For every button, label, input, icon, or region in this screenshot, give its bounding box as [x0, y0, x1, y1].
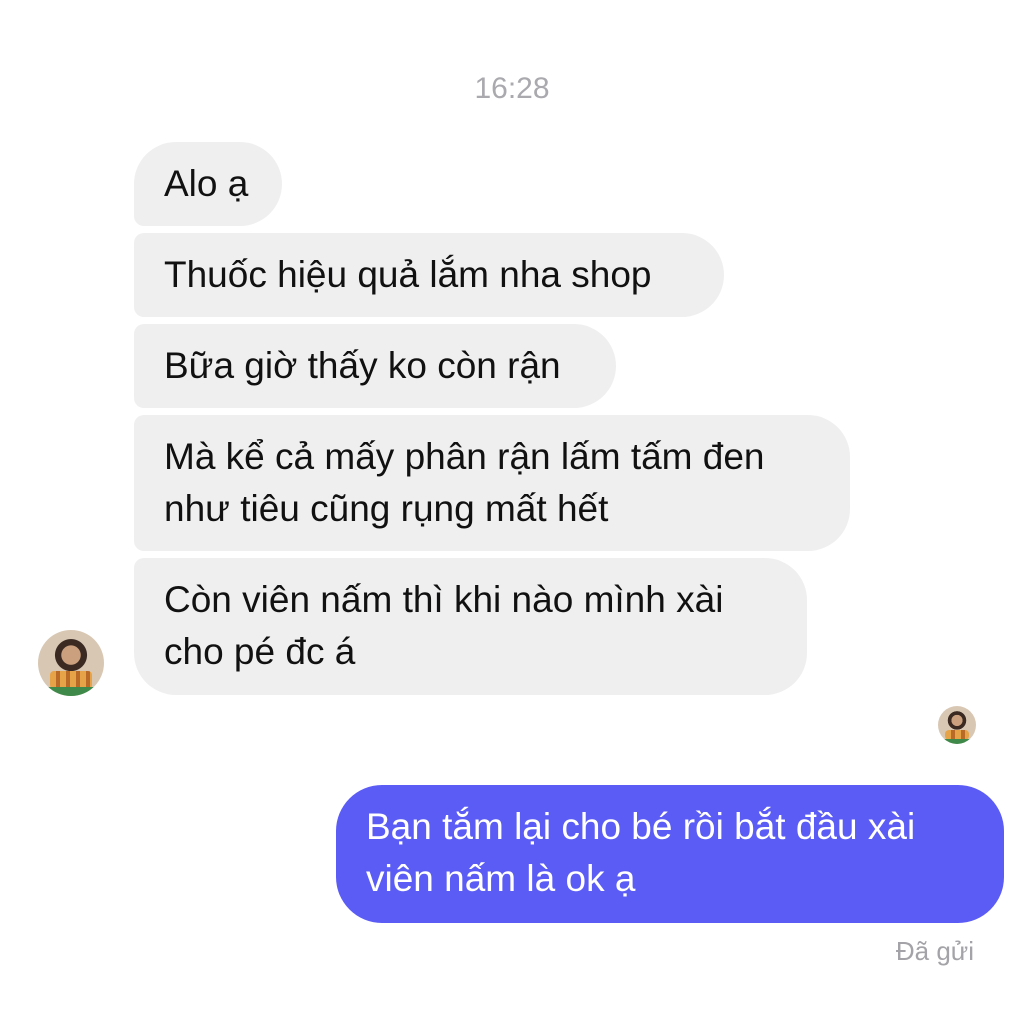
incoming-message-bubble[interactable]: Mà kể cả mấy phân rận lấm tấm đen như ti… — [134, 415, 850, 551]
message-text-line: Bữa giờ thấy ko còn rận — [164, 345, 561, 386]
chat-thread: 16:28 Alo ạ Thuốc hiệu quả lắm nha shop … — [0, 0, 1024, 1024]
message-text-line: cho pé đc á — [164, 631, 356, 672]
delivery-status: Đã gửi — [895, 936, 974, 966]
message-text-line: Bạn tắm lại cho bé rồi bắt đầu xài — [366, 806, 916, 847]
incoming-message-bubble[interactable]: Bữa giờ thấy ko còn rận — [134, 324, 616, 408]
read-receipt-avatar — [938, 706, 976, 744]
avatar-photo-detail — [38, 686, 104, 696]
incoming-message-bubble[interactable]: Thuốc hiệu quả lắm nha shop — [134, 233, 724, 317]
message-text-line: Alo ạ — [164, 163, 249, 204]
avatar-photo-detail — [938, 738, 976, 744]
incoming-message-bubble[interactable]: Còn viên nấm thì khi nào mình xài cho pé… — [134, 558, 807, 695]
sender-avatar[interactable] — [38, 630, 104, 696]
outgoing-message-bubble[interactable]: Bạn tắm lại cho bé rồi bắt đầu xài viên … — [336, 785, 1004, 923]
message-text-line: Còn viên nấm thì khi nào mình xài — [164, 579, 724, 620]
incoming-message-bubble[interactable]: Alo ạ — [134, 142, 282, 226]
message-text-line: Thuốc hiệu quả lắm nha shop — [164, 254, 652, 295]
message-text-line: Mà kể cả mấy phân rận lấm tấm đen — [164, 436, 765, 477]
message-text-line: viên nấm là ok ạ — [366, 858, 636, 899]
message-text-line: như tiêu cũng rụng mất hết — [164, 488, 609, 529]
message-timestamp: 16:28 — [474, 72, 550, 105]
